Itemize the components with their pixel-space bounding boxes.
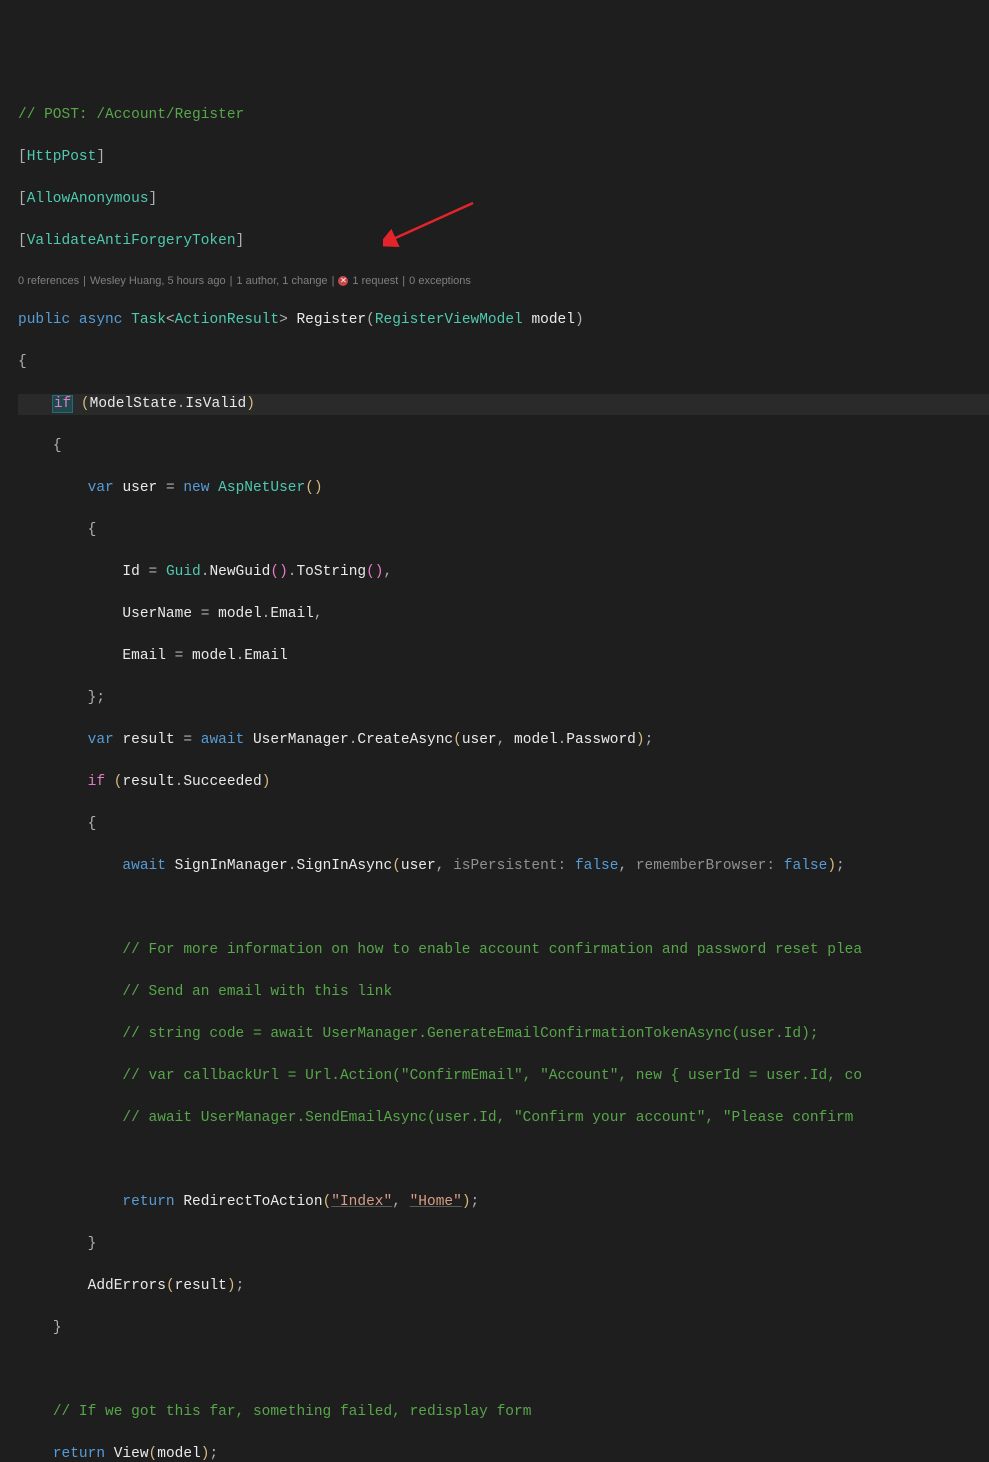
codelens-requests[interactable]: 1 request	[352, 273, 398, 289]
method-name: Register	[296, 312, 366, 328]
kw-async: async	[79, 312, 123, 328]
kw-if-selected[interactable]: if	[53, 396, 72, 412]
type-actionresult: ActionResult	[175, 312, 279, 328]
type-task: Task	[131, 312, 166, 328]
codelens-bar[interactable]: 0 references|Wesley Huang, 5 hours ago|1…	[18, 273, 989, 289]
param-name: model	[531, 312, 575, 328]
codelens-references[interactable]: 0 references	[18, 273, 79, 289]
codelens-authors[interactable]: 1 author, 1 change	[236, 273, 327, 289]
code-editor[interactable]: // POST: /Account/Register [HttpPost] [A…	[0, 84, 989, 1462]
codelens-author[interactable]: Wesley Huang, 5 hours ago	[90, 273, 226, 289]
highlighted-line[interactable]: if (ModelState.IsValid)	[18, 394, 989, 415]
attribute: HttpPost	[27, 149, 97, 165]
kw-public: public	[18, 312, 70, 328]
comment-line: // POST: /Account/Register	[18, 107, 244, 123]
attribute: ValidateAntiForgeryToken	[27, 233, 236, 249]
error-icon: ✕	[338, 276, 348, 286]
param-type: RegisterViewModel	[375, 312, 523, 328]
attribute: AllowAnonymous	[27, 191, 149, 207]
codelens-exceptions[interactable]: 0 exceptions	[409, 273, 471, 289]
